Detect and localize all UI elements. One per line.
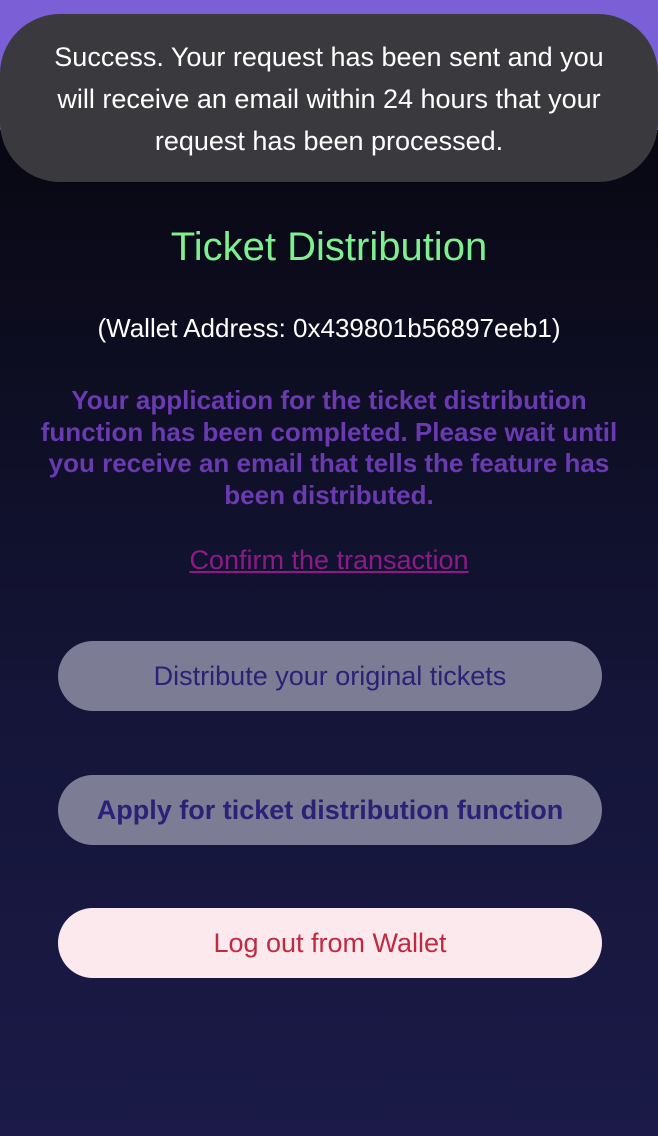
logout-wallet-label: Log out from Wallet bbox=[213, 927, 447, 958]
confirm-transaction-link[interactable]: Confirm the transaction bbox=[0, 542, 658, 578]
wallet-address: (Wallet Address: 0x439801b56897eeb1) bbox=[97, 313, 561, 343]
distribute-tickets-label: Distribute your original tickets bbox=[153, 660, 507, 691]
application-notice: Your application for the ticket distribu… bbox=[40, 385, 618, 510]
toast-message: Success. Your request has been sent and … bbox=[54, 42, 604, 156]
success-toast: Success. Your request has been sent and … bbox=[0, 14, 658, 182]
distribute-tickets-button[interactable]: Distribute your original tickets bbox=[58, 641, 602, 711]
page-title: Ticket Distribution bbox=[170, 225, 488, 269]
apply-distribution-label: Apply for ticket distribution function bbox=[96, 794, 564, 825]
logout-wallet-button[interactable]: Log out from Wallet bbox=[58, 908, 602, 978]
apply-distribution-button[interactable]: Apply for ticket distribution function bbox=[58, 775, 602, 845]
